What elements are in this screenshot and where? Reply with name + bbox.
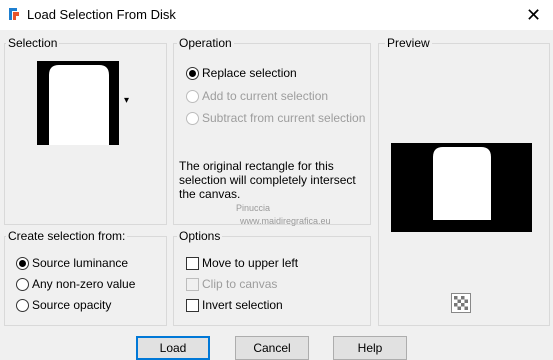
radio-source-opacity[interactable] xyxy=(16,299,29,312)
radio-source-opacity-label[interactable]: Source opacity xyxy=(32,298,111,312)
create-from-legend: Create selection from: xyxy=(6,229,128,243)
help-button[interactable]: Help xyxy=(333,336,407,360)
selection-thumbnail[interactable] xyxy=(37,61,119,145)
description-line-3: the canvas. xyxy=(179,187,241,201)
radio-subtract-selection-label[interactable]: Subtract from current selection xyxy=(202,111,365,125)
operation-description: The original rectangle for this selectio… xyxy=(179,159,359,201)
radio-any-non-zero-label[interactable]: Any non-zero value xyxy=(32,277,135,291)
selection-legend: Selection xyxy=(6,36,60,50)
checkbox-clip-to-canvas[interactable] xyxy=(186,278,199,291)
radio-source-luminance-label[interactable]: Source luminance xyxy=(32,256,128,270)
radio-replace-selection-label[interactable]: Replace selection xyxy=(202,66,297,80)
checkbox-move-to-upper-left-label[interactable]: Move to upper left xyxy=(202,256,298,270)
description-line-1: The original rectangle for this xyxy=(179,159,334,173)
transparency-checker-icon[interactable] xyxy=(451,293,471,313)
radio-source-luminance[interactable] xyxy=(16,257,29,270)
watermark-line-2: www.maidiregrafica.eu xyxy=(240,216,331,226)
cancel-button[interactable]: Cancel xyxy=(235,336,309,360)
watermark-line-1: Pinuccia xyxy=(236,203,271,213)
preview-legend: Preview xyxy=(385,36,432,50)
operation-legend: Operation xyxy=(177,36,234,50)
description-line-2: selection will completely intersect xyxy=(179,173,356,187)
checkbox-move-to-upper-left[interactable] xyxy=(186,257,199,270)
radio-replace-selection[interactable] xyxy=(186,67,199,80)
preview-image xyxy=(391,143,532,232)
selection-dropdown-arrow[interactable]: ▾ xyxy=(124,95,129,106)
checkbox-clip-to-canvas-label[interactable]: Clip to canvas xyxy=(202,277,277,291)
options-legend: Options xyxy=(177,229,223,243)
app-icon xyxy=(7,7,21,21)
radio-add-to-selection[interactable] xyxy=(186,90,199,103)
checkbox-invert-selection-label[interactable]: Invert selection xyxy=(202,298,283,312)
radio-any-non-zero[interactable] xyxy=(16,278,29,291)
window-title: Load Selection From Disk xyxy=(27,7,176,22)
radio-add-to-selection-label[interactable]: Add to current selection xyxy=(202,89,328,103)
load-button[interactable]: Load xyxy=(136,336,210,360)
checkbox-invert-selection[interactable] xyxy=(186,299,199,312)
radio-subtract-selection[interactable] xyxy=(186,112,199,125)
close-button[interactable]: ✕ xyxy=(514,0,553,30)
